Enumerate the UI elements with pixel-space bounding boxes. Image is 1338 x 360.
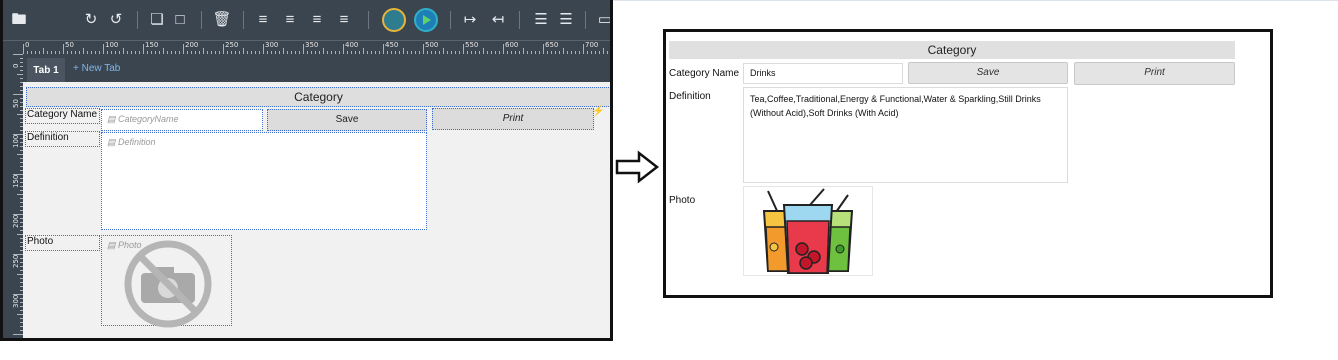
ruler-tick [183,44,184,54]
ruler-label: 200 [12,214,20,228]
save-button[interactable]: Save [267,109,427,131]
ruler-tick [13,334,23,335]
preview-print-button[interactable]: Print [1074,62,1235,85]
form-header[interactable]: Category [26,87,610,107]
ruler-tick [23,44,24,54]
ruler-label: 150 [12,174,20,188]
ruler-tick [423,44,424,54]
delete-icon[interactable]: 🗑 [212,10,232,30]
ruler-label: 450 [385,41,399,49]
field-icon: ▤ [107,114,116,124]
vertical-ruler: 0 50 100 150 200 250 300 [3,54,23,339]
tab-1[interactable]: Tab 1 [27,58,65,82]
form-preview: Category Category Name Drinks Save Print… [663,29,1273,298]
definition-placeholder: ▤ Definition [107,137,156,147]
ruler-tick [611,51,612,54]
ruler-label: 150 [145,41,159,49]
eraser-icon[interactable]: ▭ [595,10,610,30]
field-icon: ▤ [107,137,116,147]
field-icon: ▤ [107,240,116,250]
ruler-label: 500 [425,41,439,49]
print-button[interactable]: Print [432,108,594,130]
ruler-label: 50 [65,41,74,49]
copy-icon[interactable]: ❏ [147,10,167,30]
ruler-label: 0 [25,41,30,49]
ruler-label: 700 [585,41,599,49]
photo-field[interactable]: ▤ Photo [101,235,232,328]
toolbar: 🖿 ↻ ↺ ❏ □ 🗑 ≡ ≡ ≡ ≡ ↦ ↤ ☰ ☰ ▭ [3,0,610,40]
photo-label[interactable]: Photo [25,235,100,251]
ruler-label: 250 [12,254,20,268]
align-center-icon[interactable]: ≡ [307,10,327,30]
align-right-icon[interactable]: ≡ [280,10,300,30]
ruler-label: 300 [12,294,20,308]
ruler-tick [543,44,544,54]
category-name-placeholder: ▤ CategoryName [107,114,179,124]
preview-category-input[interactable]: Drinks [743,63,903,84]
ruler-label: 400 [345,41,359,49]
ruler-tick [343,44,344,54]
ruler-tick [263,44,264,54]
indent-icon[interactable]: ↦ [460,10,480,30]
save-icon[interactable] [382,8,406,32]
ruler-label: 100 [105,41,119,49]
tab-bar: Tab 1 + New Tab [23,54,610,82]
preview-save-button[interactable]: Save [908,62,1068,84]
ruler-tick [63,44,64,54]
ruler-tick [303,44,304,54]
new-tab-link[interactable]: + New Tab [73,63,120,74]
bolt-icon[interactable]: ⚡ [592,106,604,117]
drinks-image [762,188,854,274]
ruler-tick [503,44,504,54]
ruler-label: 100 [12,134,20,148]
layers-up-icon[interactable]: ☰ [531,10,551,30]
preview-definition-textarea[interactable]: Tea,Coffee,Traditional,Energy & Function… [743,87,1068,183]
ruler-tick [13,94,23,95]
ruler-label: 0 [12,63,20,68]
run-icon[interactable] [414,8,438,32]
ruler-label: 550 [465,41,479,49]
form-designer: 🖿 ↻ ↺ ❏ □ 🗑 ≡ ≡ ≡ ≡ ↦ ↤ ☰ ☰ ▭ 0 50 100 150 2… [0,0,613,341]
outdent-icon[interactable]: ↤ [488,10,508,30]
definition-label[interactable]: Definition [25,131,100,147]
preview-photo[interactable] [743,186,873,276]
category-name-field[interactable]: ▤ CategoryName [101,109,263,131]
transform-arrow-icon [615,150,660,184]
horizontal-ruler: 0 50 100 150 200 250 300 350 400 450 500 550 600 650 7… [3,40,612,54]
ruler-label: 250 [225,41,239,49]
ruler-label: 300 [265,41,279,49]
ruler-tick [583,44,584,54]
ruler-tick [463,44,464,54]
preview-header: Category [669,41,1235,59]
ruler-label: 350 [305,41,319,49]
paste-icon[interactable]: □ [170,10,190,30]
folder-icon[interactable]: 🖿 [9,10,29,30]
design-canvas: Category Category Name ▤ CategoryName Sa… [23,82,610,338]
ruler-label: 650 [545,41,559,49]
ruler-label: 200 [185,41,199,49]
preview-category-label: Category Name [669,68,740,79]
no-photo-icon [124,240,212,328]
align-left-icon[interactable]: ≡ [253,10,273,30]
ruler-tick [103,44,104,54]
category-name-label[interactable]: Category Name [25,108,100,124]
ruler-tick [383,44,384,54]
definition-field[interactable]: ▤ Definition [101,132,427,230]
align-justify-icon[interactable]: ≡ [334,10,354,30]
ruler-tick [143,44,144,54]
ruler-tick [223,44,224,54]
ruler-tick [13,54,23,55]
preview-definition-label: Definition [669,91,711,102]
undo-icon[interactable]: ↺ [106,10,126,30]
preview-photo-label: Photo [669,195,696,206]
ruler-tick [20,338,23,339]
ruler-label: 50 [12,99,20,108]
layers-down-icon[interactable]: ☰ [556,10,576,30]
redo-icon[interactable]: ↻ [81,10,101,30]
ruler-label: 600 [505,41,519,49]
